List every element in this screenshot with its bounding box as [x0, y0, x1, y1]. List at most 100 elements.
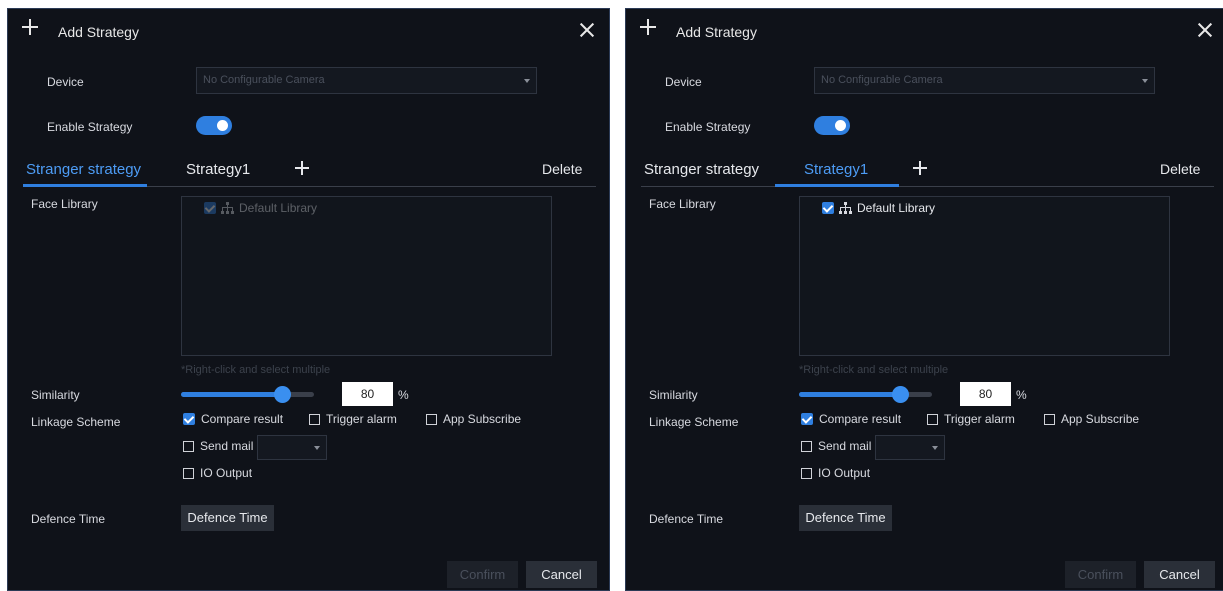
dialog-title: Add Strategy	[676, 24, 757, 40]
enable-strategy-toggle[interactable]	[196, 116, 232, 135]
cancel-button[interactable]: Cancel	[526, 561, 597, 588]
device-select-value: No Configurable Camera	[821, 74, 943, 86]
tab-stranger-strategy[interactable]: Stranger strategy	[26, 161, 141, 178]
percent-sign: %	[398, 388, 409, 402]
confirm-button[interactable]: Confirm	[1065, 561, 1136, 588]
plus-icon	[22, 19, 38, 35]
defence-time-button[interactable]: Defence Time	[799, 505, 892, 531]
checkbox-empty-icon[interactable]	[801, 467, 812, 479]
defence-time-label: Defence Time	[31, 512, 106, 526]
device-select-value: No Configurable Camera	[203, 74, 325, 86]
linkage-scheme-label: Linkage Scheme	[31, 415, 121, 429]
slider-thumb[interactable]	[892, 386, 909, 403]
checkbox-empty-icon[interactable]	[801, 440, 812, 452]
compare-result-label: Compare result	[201, 412, 284, 426]
slider-fill	[799, 392, 900, 397]
cancel-button[interactable]: Cancel	[1144, 561, 1215, 588]
title-bar: Add Strategy	[626, 9, 1223, 55]
library-item-default[interactable]: Default Library	[204, 201, 317, 215]
mail-select[interactable]	[875, 435, 945, 460]
org-tree-icon	[839, 202, 852, 214]
checkbox-empty-icon[interactable]	[426, 413, 437, 425]
slider-fill	[181, 392, 282, 397]
compare-result-label: Compare result	[819, 412, 902, 426]
dialog-title: Add Strategy	[58, 24, 139, 40]
app-subscribe-option[interactable]: App Subscribe	[1044, 412, 1139, 426]
checkbox-empty-icon[interactable]	[1044, 413, 1055, 425]
io-output-option[interactable]: IO Output	[801, 466, 870, 480]
checkbox-empty-icon[interactable]	[927, 413, 938, 425]
toggle-knob	[835, 120, 846, 131]
io-output-label: IO Output	[818, 466, 871, 480]
face-library-list[interactable]: Default Library	[799, 196, 1170, 356]
similarity-label: Similarity	[649, 388, 698, 402]
tab-strategy1[interactable]: Strategy1	[186, 161, 250, 178]
close-icon[interactable]	[579, 22, 595, 38]
plus-icon	[640, 19, 656, 35]
slider-thumb[interactable]	[274, 386, 291, 403]
checkbox-empty-icon[interactable]	[183, 467, 194, 479]
defence-time-button[interactable]: Defence Time	[181, 505, 274, 531]
library-item-label: Default Library	[857, 201, 936, 215]
enable-strategy-label: Enable Strategy	[47, 120, 133, 134]
compare-result-option[interactable]: Compare result	[183, 412, 283, 426]
device-select[interactable]: No Configurable Camera	[814, 67, 1155, 94]
send-mail-option[interactable]: Send mail	[801, 439, 871, 453]
caret-down-icon	[524, 79, 530, 83]
title-bar: Add Strategy	[8, 9, 609, 55]
compare-result-option[interactable]: Compare result	[801, 412, 901, 426]
checkbox-checked-icon[interactable]	[183, 413, 195, 425]
checkbox-empty-icon[interactable]	[309, 413, 320, 425]
face-library-label: Face Library	[31, 197, 98, 211]
enable-strategy-label: Enable Strategy	[665, 120, 751, 134]
active-tab-indicator	[775, 184, 899, 187]
send-mail-option[interactable]: Send mail	[183, 439, 253, 453]
checkbox-checked-icon[interactable]	[801, 413, 813, 425]
add-tab-icon[interactable]	[913, 161, 927, 175]
face-library-list[interactable]: Default Library	[181, 196, 552, 356]
enable-strategy-toggle[interactable]	[814, 116, 850, 135]
multi-select-hint: *Right-click and select multiple	[181, 364, 331, 376]
app-subscribe-option[interactable]: App Subscribe	[426, 412, 521, 426]
io-output-label: IO Output	[200, 466, 253, 480]
tab-stranger-strategy[interactable]: Stranger strategy	[644, 161, 759, 178]
linkage-scheme-label: Linkage Scheme	[649, 415, 739, 429]
checkbox-checked-icon[interactable]	[204, 202, 216, 214]
similarity-slider[interactable]	[799, 386, 932, 403]
similarity-input[interactable]: 80	[960, 382, 1011, 406]
library-item-label: Default Library	[239, 201, 318, 215]
delete-button[interactable]: Delete	[542, 161, 582, 177]
trigger-alarm-option[interactable]: Trigger alarm	[927, 412, 1015, 426]
similarity-slider[interactable]	[181, 386, 314, 403]
confirm-button[interactable]: Confirm	[447, 561, 518, 588]
tab-strategy1[interactable]: Strategy1	[804, 161, 868, 178]
org-tree-icon	[221, 202, 234, 214]
caret-down-icon	[1142, 79, 1148, 83]
face-library-label: Face Library	[649, 197, 716, 211]
caret-down-icon	[932, 446, 938, 450]
add-strategy-dialog-left: Add Strategy Device No Configurable Came…	[7, 8, 610, 591]
io-output-option[interactable]: IO Output	[183, 466, 252, 480]
app-subscribe-label: App Subscribe	[1061, 412, 1140, 426]
send-mail-label: Send mail	[200, 439, 254, 453]
library-item-default[interactable]: Default Library	[822, 201, 935, 215]
toggle-knob	[217, 120, 228, 131]
delete-button[interactable]: Delete	[1160, 161, 1200, 177]
trigger-alarm-label: Trigger alarm	[326, 412, 397, 426]
defence-time-label: Defence Time	[649, 512, 724, 526]
active-tab-indicator	[23, 184, 147, 187]
device-label: Device	[665, 75, 702, 89]
similarity-input[interactable]: 80	[342, 382, 393, 406]
similarity-label: Similarity	[31, 388, 80, 402]
close-icon[interactable]	[1197, 22, 1213, 38]
app-subscribe-label: App Subscribe	[443, 412, 522, 426]
multi-select-hint: *Right-click and select multiple	[799, 364, 949, 376]
mail-select[interactable]	[257, 435, 327, 460]
add-tab-icon[interactable]	[295, 161, 309, 175]
checkbox-checked-icon[interactable]	[822, 202, 834, 214]
checkbox-empty-icon[interactable]	[183, 440, 194, 452]
device-label: Device	[47, 75, 84, 89]
trigger-alarm-option[interactable]: Trigger alarm	[309, 412, 397, 426]
caret-down-icon	[314, 446, 320, 450]
device-select[interactable]: No Configurable Camera	[196, 67, 537, 94]
